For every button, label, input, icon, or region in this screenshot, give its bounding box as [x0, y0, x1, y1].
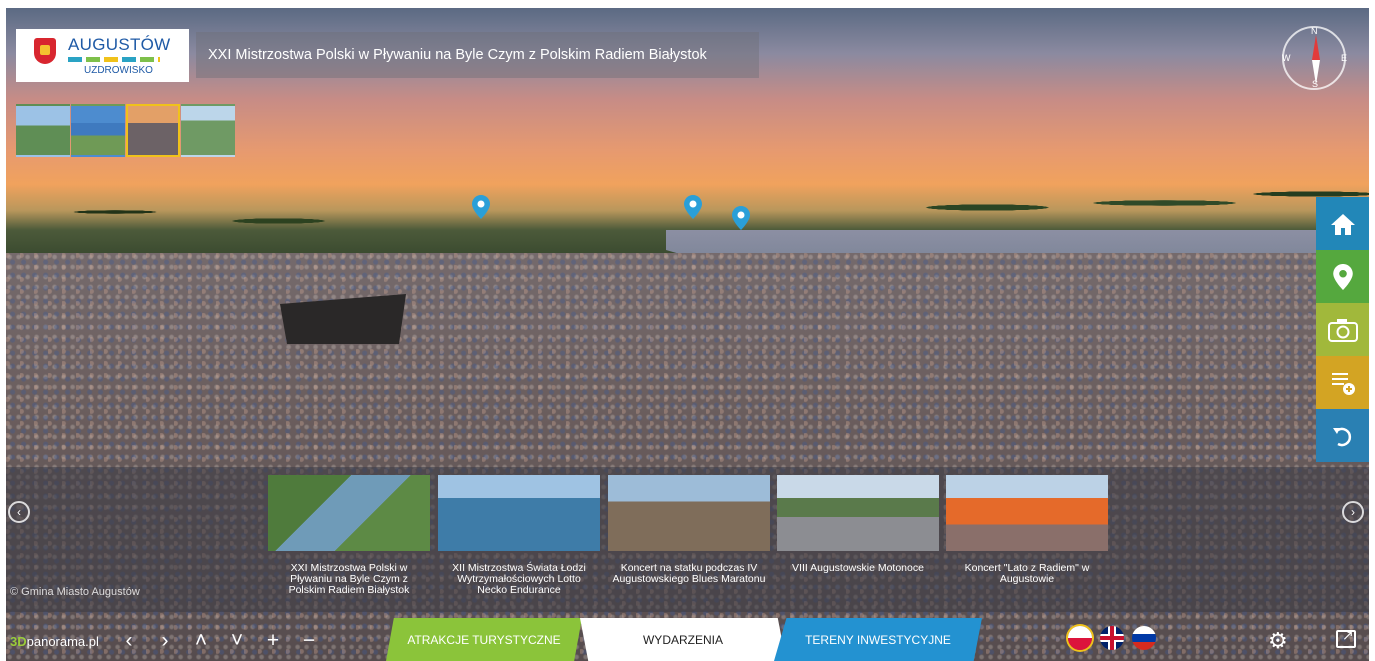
photo-button[interactable]	[1316, 303, 1369, 356]
map-button[interactable]	[1316, 250, 1369, 303]
logo-name: AUGUSTÓW	[68, 35, 171, 54]
carousel-prev-button[interactable]: ‹	[8, 501, 30, 523]
compass-e: E	[1341, 53, 1348, 63]
brand-rest: panorama.pl	[26, 634, 99, 649]
hotspot-pin-icon[interactable]	[732, 206, 750, 230]
panorama-title: XXI Mistrzostwa Polski w Pływaniu na Byl…	[208, 47, 707, 63]
thumbnail-lake-view[interactable]	[71, 104, 125, 157]
hotspot-pin-icon[interactable]	[472, 195, 490, 219]
event-card-label: Koncert "Lato z Radiem" w Augustowie	[964, 562, 1090, 585]
home-icon	[1330, 213, 1355, 235]
thumbnail-aerial-view[interactable]	[16, 104, 70, 157]
compass-needle-south	[1312, 60, 1320, 85]
3dpanorama-logo[interactable]: 3Dpanorama.pl	[10, 634, 99, 649]
english-flag-icon[interactable]	[1100, 626, 1124, 650]
chevron-right-icon: ›	[1351, 505, 1355, 519]
map-pin-icon	[1332, 263, 1353, 290]
event-card[interactable]: XXI Mistrzostwa Polski w Pływaniu na Byl…	[268, 475, 430, 605]
add-to-list-button[interactable]	[1316, 356, 1369, 409]
gear-icon[interactable]: ⚙	[1268, 628, 1288, 654]
event-card-image	[268, 475, 430, 551]
tab-tereny[interactable]: TERENY INWESTYCYJNE	[774, 618, 982, 661]
event-card-image	[608, 475, 770, 551]
event-card[interactable]: VIII Augustowskie Motonoce	[777, 475, 939, 605]
event-card[interactable]: Koncert "Lato z Radiem" w Augustowie	[946, 475, 1108, 605]
compass-needle-north	[1312, 35, 1320, 60]
chevron-left-icon: ‹	[17, 505, 21, 519]
logo-subtitle: UZDROWISKO	[84, 65, 153, 76]
list-add-icon	[1331, 372, 1355, 395]
tab-wydarzenia[interactable]: WYDARZENIA	[580, 618, 786, 661]
event-card-image	[946, 475, 1108, 551]
event-card[interactable]: Koncert na statku podczas IV Augustowski…	[608, 475, 770, 605]
pan-right-button[interactable]: ›	[154, 629, 176, 653]
zoom-in-button[interactable]: +	[262, 629, 284, 653]
pan-left-button[interactable]: ‹	[118, 629, 140, 653]
tab-atrakcje[interactable]: ATRAKCJE TURYSTYCZNE	[386, 618, 582, 661]
zoom-out-button[interactable]: −	[298, 629, 320, 653]
pan-up-button[interactable]: ˄	[190, 629, 212, 653]
panorama-viewer[interactable]: AUGUSTÓW UZDROWISKO XXI Mistrzostwa Pols…	[6, 8, 1369, 661]
side-menu	[1316, 197, 1369, 462]
pan-down-button[interactable]: ˅	[226, 629, 248, 653]
event-card-label: XXI Mistrzostwa Polski w Pływaniu na Byl…	[288, 562, 410, 596]
event-card-label: VIII Augustowskie Motonoce	[792, 562, 924, 574]
hotspot-pin-icon[interactable]	[684, 195, 702, 219]
navigation-controls: ‹ › ˄ ˅ + −	[118, 629, 320, 653]
copyright-text: © Gmina Miasto Augustów	[10, 586, 140, 598]
events-carousel: ‹ › XXI Mistrzostwa Polski w Pływaniu na…	[6, 467, 1369, 612]
thumbnail-concert-crowd[interactable]	[126, 104, 180, 157]
event-card-label: XII Mistrzostwa Świata Łodzi Wytrzymałoś…	[452, 562, 586, 596]
camera-icon	[1327, 318, 1358, 342]
event-card-image	[777, 475, 939, 551]
thumbnail-strip	[16, 104, 235, 157]
brand-3d: 3D	[10, 634, 27, 649]
compass-icon[interactable]: N S W E	[1282, 26, 1348, 90]
carousel-next-button[interactable]: ›	[1342, 501, 1364, 523]
back-arrow-icon	[1332, 427, 1351, 446]
event-card-image	[438, 475, 600, 551]
event-card[interactable]: XII Mistrzostwa Świata Łodzi Wytrzymałoś…	[438, 475, 600, 605]
thumbnail-town-view[interactable]	[181, 104, 235, 157]
home-button[interactable]	[1316, 197, 1369, 250]
russian-flag-icon[interactable]	[1132, 626, 1156, 650]
polish-flag-icon[interactable]	[1068, 626, 1092, 650]
bottom-bar: 3Dpanorama.pl ‹ › ˄ ˅ + − ATRAKCJE TURYS…	[6, 612, 1369, 661]
panorama-title-bar: XXI Mistrzostwa Polski w Pływaniu na Byl…	[196, 32, 759, 78]
compass-w: W	[1282, 53, 1291, 63]
event-card-label: Koncert na statku podczas IV Augustowski…	[612, 562, 766, 585]
back-button[interactable]	[1316, 409, 1369, 462]
logo-stripes	[68, 57, 160, 62]
language-selector	[1068, 626, 1156, 650]
coat-of-arms-icon	[34, 38, 56, 64]
fullscreen-icon[interactable]	[1336, 627, 1356, 648]
augustow-logo[interactable]: AUGUSTÓW UZDROWISKO	[16, 29, 189, 82]
